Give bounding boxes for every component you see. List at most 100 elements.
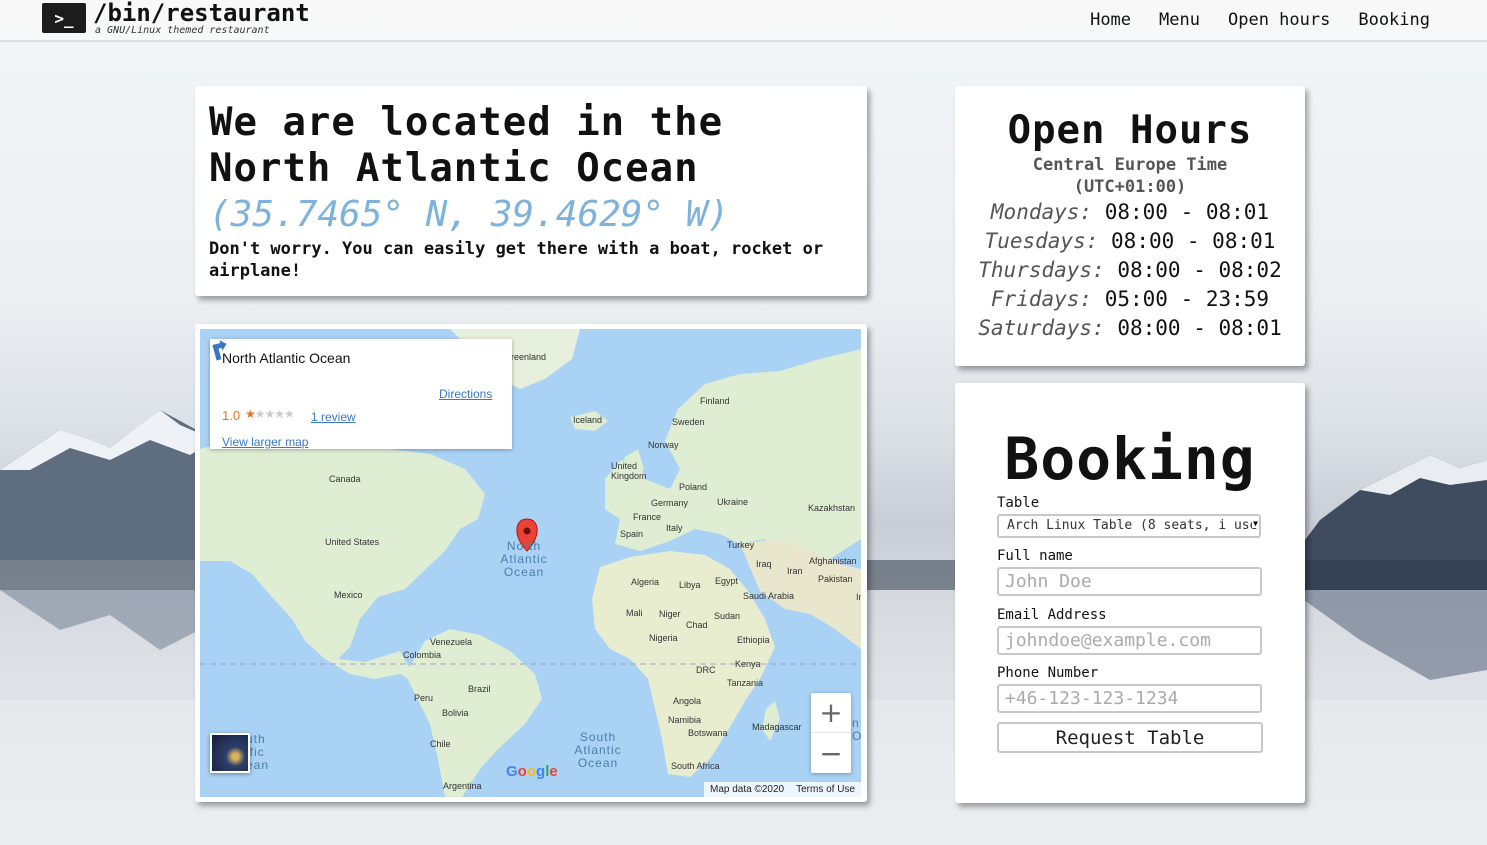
map-label: Poland [679,482,708,492]
map-label: Ukraine [717,497,749,507]
site-title[interactable]: /bin/restaurant [93,0,310,27]
location-description: Don't worry. You can easily get there wi… [209,239,824,281]
map-label: France [633,512,662,522]
map-label: Mexico [334,590,363,600]
chevron-down-icon: ▼ [1252,519,1258,528]
map-label: Sudan [714,611,741,621]
map-label: Botswana [688,728,728,738]
map-label: Kenya [735,659,761,669]
map-label: Italy [666,523,683,533]
email-label: Email Address [997,607,1107,623]
map-label: Libya [679,580,701,590]
google-logo: Google [506,763,558,780]
map-data-credit: Map data ©2020 [710,784,785,795]
google-map[interactable]: reenland Finland Sweden Iceland Norway U… [200,329,861,797]
hours-row: Mondays: 08:00 - 08:01 [990,200,1270,224]
map-label: Pakistan [818,574,853,584]
table-label: Table [997,495,1040,511]
map-label: Kazakhstan [808,503,856,513]
request-table-button[interactable]: Request Table [997,722,1263,753]
map-label: Ethiopia [737,635,770,645]
map-label: Mali [626,608,643,618]
map-label: Algeria [631,577,660,587]
map-label: Bolivia [442,708,469,718]
booking-card: Booking Table Arch Linux Table (8 seats,… [955,383,1305,803]
map-label: United States [325,537,380,547]
map-label: Madagascar [752,722,802,732]
map-label: Iraq [756,559,772,569]
location-coordinates: (35.7465° N, 39.4629° W) [209,194,730,235]
map-label: Venezuela [430,637,473,647]
map-label: Niger [659,609,681,619]
directions-icon[interactable] [210,339,232,361]
hours-row: Fridays: 05:00 - 23:59 [990,287,1270,311]
timezone-label: Central Europe Time (UTC+01:00) [1032,155,1228,197]
map-label: Spain [620,529,644,539]
hours-row: Thursdays: 08:00 - 08:02 [978,258,1282,282]
rating-value: 1.0 [222,408,241,423]
hours-row: Saturdays: 08:00 - 08:01 [978,316,1282,340]
map-label: Brazil [468,684,491,694]
map-label: Saudi Arabia [743,591,795,601]
directions-link[interactable]: Directions [439,387,492,401]
site-subtitle: a GNU/Linux themed restaurant [95,25,270,36]
map-label: Iran [787,566,803,576]
map-label: Tanzania [727,678,764,688]
reviews-link[interactable]: 1 review [311,410,356,424]
location-heading-line1: We are located in the [209,100,724,145]
zoom-out-button[interactable]: − [811,733,851,773]
map-label: Finland [700,396,730,406]
map-attribution: Map data ©2020 Terms of Use [704,782,861,797]
nav-open-hours[interactable]: Open hours [1228,10,1330,30]
map-label: Angola [673,696,702,706]
map-label: South Africa [671,761,720,771]
map-label: United Kingdom [611,461,647,481]
place-name: North Atlantic Ocean [222,350,351,366]
hours-row: Tuesdays: 08:00 - 08:01 [984,229,1276,253]
map-label: DRC [696,665,716,675]
map-label: Chad [686,620,708,630]
terminal-logo-icon[interactable]: >_ [42,3,86,33]
nav-menu[interactable]: Menu [1159,10,1200,30]
email-input[interactable] [997,626,1262,655]
top-navbar: >_ /bin/restaurant a GNU/Linux themed re… [0,0,1487,42]
booking-title: Booking [1004,425,1256,493]
phone-input[interactable] [997,684,1262,713]
place-info-box: North Atlantic Ocean Directions 1.0 ★★★★… [210,339,512,449]
name-label: Full name [997,548,1073,564]
map-label: Nigeria [649,633,678,643]
view-larger-map-link[interactable]: View larger map [222,435,308,449]
map-label: reenland [511,352,547,362]
map-label: In [856,592,861,602]
map-label: Namibia [668,715,702,725]
map-card: reenland Finland Sweden Iceland Norway U… [195,324,867,802]
open-hours-card: Open Hours Central Europe Time (UTC+01:00… [955,86,1305,366]
map-label: Peru [414,693,434,703]
location-card: We are located in the North Atlantic Oce… [195,86,867,296]
map-label: Turkey [727,540,755,550]
zoom-control: + − [811,693,851,773]
location-heading: We are located in the North Atlantic Oce… [209,100,853,192]
full-name-input[interactable] [997,567,1262,596]
map-label: Egypt [715,576,739,586]
terms-of-use-link[interactable]: Terms of Use [796,784,855,795]
map-label: Colombia [403,650,442,660]
map-label: Germany [651,498,689,508]
ocean-label-indian: nOc [852,716,861,743]
map-label: Norway [648,440,679,450]
map-label: Sweden [672,417,705,427]
open-hours-title: Open Hours [1007,108,1253,153]
nav-booking[interactable]: Booking [1358,10,1430,30]
map-label: Iceland [573,415,603,425]
ocean-label-north-atlantic: North Atlantic Ocean [500,539,548,579]
nav-home[interactable]: Home [1090,10,1131,30]
satellite-view-toggle[interactable] [210,733,250,773]
main-nav: Home Menu Open hours Booking [1090,10,1430,30]
table-select[interactable]: Arch Linux Table (8 seats, i use arch bt… [997,514,1261,538]
phone-label: Phone Number [997,665,1099,681]
map-label: Afghanistan [809,556,857,566]
zoom-in-button[interactable]: + [811,693,851,733]
map-label: Argentina [443,781,482,791]
location-heading-line2: North Atlantic Ocean [209,146,699,191]
map-label: Chile [430,739,451,749]
